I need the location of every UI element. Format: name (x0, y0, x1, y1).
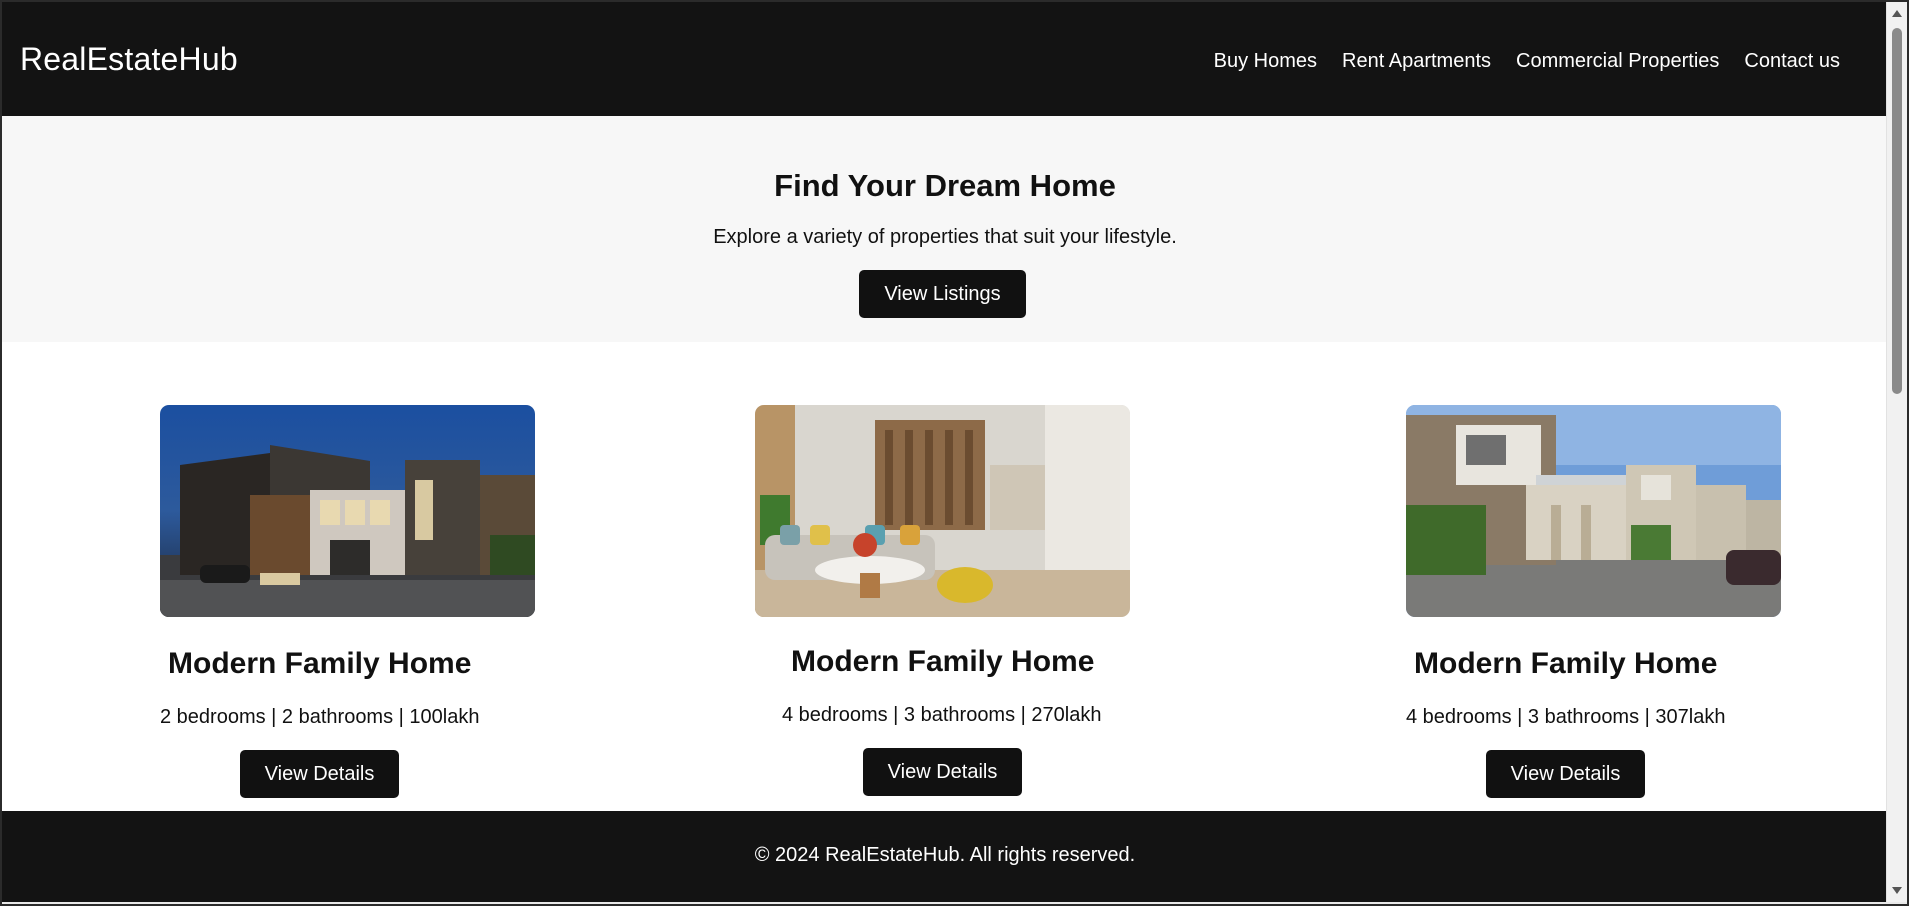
view-details-button[interactable]: View Details (1486, 750, 1645, 798)
footer-copyright: © 2024 RealEstateHub. All rights reserve… (754, 844, 1136, 866)
scroll-down-arrow-icon[interactable] (1892, 887, 1902, 894)
listing-meta: 2 bedrooms | 2 bathrooms | 100lakh (160, 706, 480, 728)
view-details-button[interactable]: View Details (863, 748, 1022, 796)
listing-title: Modern Family Home (791, 645, 1095, 678)
property-photo[interactable] (160, 405, 535, 617)
brand-logo[interactable]: RealEstateHub (20, 41, 238, 78)
nav-rent-apartments[interactable]: Rent Apartments (1342, 50, 1491, 73)
row-houses-image (1406, 405, 1781, 617)
listing-meta: 4 bedrooms | 3 bathrooms | 307lakh (1406, 706, 1726, 728)
view-listings-button[interactable]: View Listings (859, 270, 1026, 318)
hero-title: Find Your Dream Home (774, 168, 1116, 203)
property-photo[interactable] (755, 405, 1130, 617)
property-photo[interactable] (1406, 405, 1781, 617)
hero-section: Find Your Dream Home Explore a variety o… (2, 116, 1888, 342)
living-room-image (755, 405, 1130, 617)
main-nav: Buy Homes Rent Apartments Commercial Pro… (1214, 50, 1840, 73)
horizontal-scrollbar[interactable] (2, 902, 1907, 904)
scroll-up-arrow-icon[interactable] (1892, 10, 1902, 17)
browser-viewport: RealEstateHub Buy Homes Rent Apartments … (0, 0, 1909, 906)
listing-meta: 4 bedrooms | 3 bathrooms | 270lakh (782, 704, 1102, 726)
scrollbar-thumb[interactable] (1892, 28, 1902, 394)
hero-subtitle: Explore a variety of properties that sui… (713, 226, 1177, 248)
listing-title: Modern Family Home (1414, 647, 1718, 680)
listing-title: Modern Family Home (168, 647, 472, 680)
site-header: RealEstateHub Buy Homes Rent Apartments … (2, 2, 1888, 116)
site-footer: © 2024 RealEstateHub. All rights reserve… (2, 811, 1888, 902)
page: RealEstateHub Buy Homes Rent Apartments … (2, 2, 1888, 902)
view-details-button[interactable]: View Details (240, 750, 399, 798)
nav-buy-homes[interactable]: Buy Homes (1214, 50, 1317, 73)
nav-contact-us[interactable]: Contact us (1744, 50, 1840, 73)
vertical-scrollbar[interactable] (1886, 2, 1907, 902)
villa-exterior-image (160, 405, 535, 617)
nav-commercial-properties[interactable]: Commercial Properties (1516, 50, 1719, 73)
